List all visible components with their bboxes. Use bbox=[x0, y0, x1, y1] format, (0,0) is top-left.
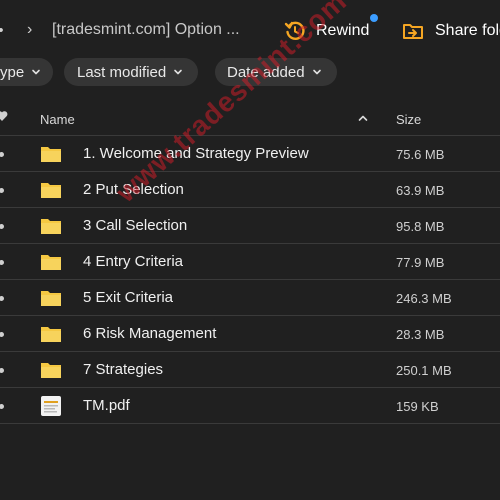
file-list-header: Name Size bbox=[0, 102, 500, 136]
table-row[interactable]: 5 Exit Criteria 246.3 MB bbox=[0, 280, 500, 316]
row-bullet bbox=[0, 404, 4, 409]
breadcrumb-separator: › bbox=[27, 21, 33, 38]
file-size: 246.3 MB bbox=[396, 291, 452, 306]
filter-date-added-label: Date added bbox=[227, 63, 305, 81]
file-size: 159 KB bbox=[396, 399, 439, 414]
share-folder-label: Share fold bbox=[435, 22, 500, 39]
row-bullet bbox=[0, 152, 4, 157]
rewind-label: Rewind bbox=[316, 22, 370, 39]
folder-icon bbox=[41, 363, 61, 378]
file-name: 3 Call Selection bbox=[83, 217, 188, 234]
folder-icon bbox=[41, 327, 61, 342]
folder-icon bbox=[41, 147, 61, 162]
file-name: 4 Entry Criteria bbox=[83, 253, 184, 270]
table-row[interactable]: TM.pdf 159 KB bbox=[0, 388, 500, 424]
file-name: 1. Welcome and Strategy Preview bbox=[83, 145, 309, 162]
file-name: TM.pdf bbox=[83, 397, 130, 414]
filter-date-added-dropdown[interactable]: Date added bbox=[215, 58, 337, 86]
file-size: 77.9 MB bbox=[396, 255, 445, 270]
file-size: 28.3 MB bbox=[396, 327, 445, 342]
breadcrumb-current-folder[interactable]: [tradesmint.com] Option ... bbox=[52, 21, 240, 39]
file-size: 250.1 MB bbox=[396, 363, 452, 378]
filter-type-label: ype bbox=[0, 63, 25, 81]
row-bullet bbox=[0, 332, 4, 337]
table-row[interactable]: 1. Welcome and Strategy Preview 75.6 MB bbox=[0, 136, 500, 172]
file-size: 75.6 MB bbox=[396, 147, 445, 162]
folder-icon bbox=[41, 255, 61, 270]
table-row[interactable]: 3 Call Selection 95.8 MB bbox=[0, 208, 500, 244]
file-size: 63.9 MB bbox=[396, 183, 445, 198]
file-name: 6 Risk Management bbox=[83, 325, 217, 342]
table-row[interactable]: 4 Entry Criteria 77.9 MB bbox=[0, 244, 500, 280]
chevron-down-icon bbox=[174, 69, 183, 75]
file-name: 2 Put Selection bbox=[83, 181, 184, 198]
folder-icon bbox=[41, 291, 61, 306]
row-bullet bbox=[0, 188, 4, 193]
file-list: Name Size 1. Welcome and Strategy Previe… bbox=[0, 102, 500, 424]
filter-last-modified-dropdown[interactable]: Last modified bbox=[64, 58, 199, 86]
notification-dot bbox=[370, 14, 378, 22]
filter-last-modified-label: Last modified bbox=[77, 63, 167, 81]
folder-icon bbox=[41, 219, 61, 234]
share-folder-button[interactable]: Share fold bbox=[402, 18, 500, 44]
filter-bar: ype Last modified Date added bbox=[0, 58, 500, 86]
filter-type-dropdown[interactable]: ype bbox=[0, 58, 54, 86]
row-bullet bbox=[0, 224, 4, 229]
row-bullet bbox=[0, 296, 4, 301]
sort-ascending-icon[interactable] bbox=[358, 114, 368, 122]
table-row[interactable]: 6 Risk Management 28.3 MB bbox=[0, 316, 500, 352]
file-size: 95.8 MB bbox=[396, 219, 445, 234]
pdf-file-icon bbox=[41, 396, 61, 416]
folder-icon bbox=[41, 183, 61, 198]
rewind-icon bbox=[284, 21, 305, 40]
file-name: 7 Strategies bbox=[83, 361, 164, 378]
file-name: 5 Exit Criteria bbox=[83, 289, 174, 306]
rewind-button[interactable]: Rewind bbox=[284, 14, 378, 44]
row-bullet bbox=[0, 260, 4, 265]
share-folder-icon bbox=[403, 24, 423, 39]
chevron-down-icon bbox=[32, 69, 40, 75]
breadcrumb-more-icon[interactable]: •• bbox=[0, 22, 3, 39]
row-bullet bbox=[0, 368, 4, 373]
top-bar: •• › [tradesmint.com] Option ... Rewind … bbox=[0, 0, 500, 58]
column-header-size[interactable]: Size bbox=[396, 112, 421, 127]
chevron-down-icon bbox=[312, 69, 321, 75]
table-row[interactable]: 7 Strategies 250.1 MB bbox=[0, 352, 500, 388]
table-row[interactable]: 2 Put Selection 63.9 MB bbox=[0, 172, 500, 208]
column-header-name[interactable]: Name bbox=[40, 112, 75, 127]
heart-icon[interactable] bbox=[0, 110, 8, 122]
